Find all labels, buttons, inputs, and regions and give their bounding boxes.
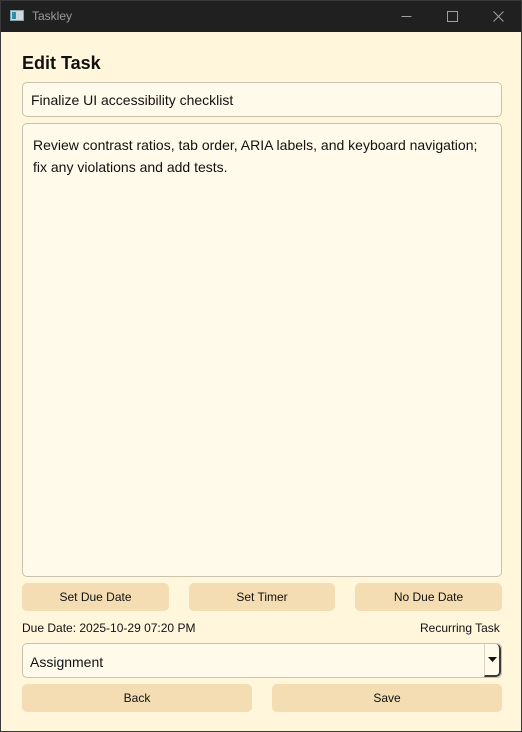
set-timer-button[interactable]: Set Timer [189,583,335,611]
task-description-input[interactable]: Review contrast ratios, tab order, ARIA … [22,123,502,577]
no-due-date-button[interactable]: No Due Date [355,583,502,611]
category-select[interactable]: Assignment [22,643,502,678]
page-title: Edit Task [22,53,101,73]
recurring-task-label[interactable]: Recurring Task [420,621,500,635]
app-icon [10,10,24,21]
minimize-button[interactable] [383,1,429,32]
back-button[interactable]: Back [22,684,252,712]
minimize-icon [401,11,412,22]
category-selected-value: Assignment [30,654,104,670]
due-date-label: Due Date: 2025-10-29 07:20 PM [22,621,196,635]
save-button[interactable]: Save [272,684,502,712]
close-icon [492,11,504,22]
dropdown-arrow-icon[interactable] [484,644,501,677]
maximize-icon [446,11,458,22]
task-title-input[interactable]: Finalize UI accessibility checklist [22,82,502,117]
maximize-button[interactable] [429,1,475,32]
window-title: Taskley [32,9,73,23]
set-due-date-button[interactable]: Set Due Date [22,583,169,611]
app-window: Taskley Edit Task Finalize UI accessibil… [0,0,522,732]
close-button[interactable] [475,1,521,32]
